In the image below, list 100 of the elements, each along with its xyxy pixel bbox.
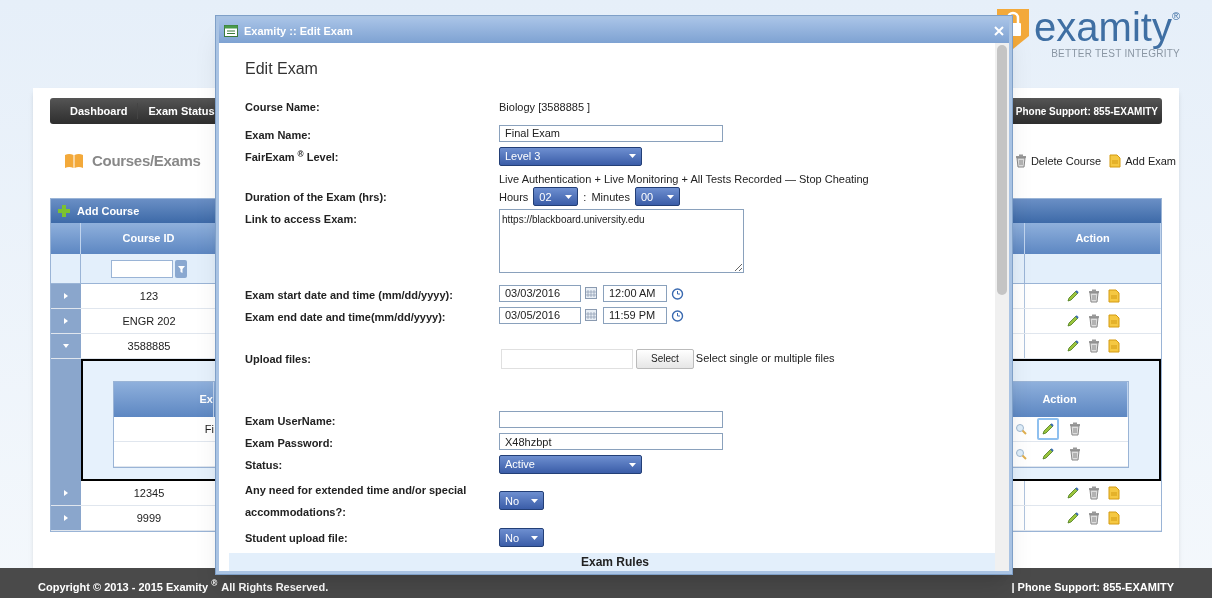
field-label: Exam start date and time (mm/dd/yyyy): [245,287,454,303]
trash-icon [1014,154,1027,168]
document-icon [1108,314,1120,328]
toolbar-link[interactable]: Delete Course [1014,152,1102,170]
scrollbar[interactable] [995,43,1009,571]
dropdown[interactable]: Level 3 [499,146,642,166]
trash-icon [1088,289,1100,303]
table-cell-text: 3588885 [126,338,172,354]
field-label: Minutes [591,189,630,205]
edit-button[interactable] [1037,418,1059,440]
column-header: Action [1025,223,1161,254]
toolbar-link[interactable]: Add Exam [1109,152,1176,170]
book-icon [64,153,84,169]
filter-icon [175,259,187,278]
table-cell-text: 123 [138,288,160,304]
close-icon [994,26,1004,36]
clock-icon [671,286,684,300]
dropdown[interactable]: No [499,528,544,548]
document-icon [1108,511,1120,525]
level-description: Live Authentication + Live Monitoring + All Tests Recorded — Stop Cheating [499,171,869,187]
date-field[interactable]: 03/03/2016 [499,284,581,302]
separator-text: : [583,189,587,205]
pencil-icon [1066,486,1080,500]
page-title: Courses/Exams [92,150,201,171]
dropdown[interactable]: 02 [533,187,579,207]
trash-icon [1088,511,1100,525]
filter-field[interactable] [111,259,173,278]
pencil-icon [1041,447,1055,461]
phone-support-text: | Phone Support: 855-EXAMITY [1011,579,1174,595]
caret-icon [629,462,636,467]
caret-icon [531,536,538,540]
search-icon [1015,423,1027,435]
trash-icon [1088,486,1100,500]
field-label: Exam end date and time(mm/dd/yyyy): [245,309,447,325]
dropdown[interactable]: No [499,491,544,511]
file-field[interactable] [501,348,633,369]
pencil-icon [1041,422,1055,436]
time-field[interactable]: 11:59 PM [603,306,667,324]
text-field[interactable]: Final Exam [499,124,723,142]
expand-arrow-icon[interactable] [62,317,70,325]
column-header: Ex [114,382,214,417]
calendar-icon [585,287,597,300]
window-icon [224,25,238,37]
trash-icon [1088,314,1100,328]
search-icon [1015,448,1027,460]
pencil-icon [1066,314,1080,328]
time-field[interactable]: 12:00 AM [603,284,667,302]
logo-tagline: BETTER TEST INTEGRITY [1051,48,1180,61]
field-label: Exam Password: [245,436,335,452]
column-header [51,223,81,254]
clock-icon [671,308,684,322]
document-icon [1108,486,1120,500]
nav-link[interactable]: Dashboard [60,102,139,120]
pencil-icon [1066,339,1080,353]
dialog-title: Examity :: Edit Exam [244,23,353,39]
add-course-link[interactable]: Add Course [77,202,140,220]
phone-support-text: Phone Support: 855-EXAMITY [1015,104,1158,119]
expand-arrow-icon[interactable] [62,514,70,522]
plus-icon [57,204,71,218]
registered-mark: ® [1171,9,1180,22]
table-cell-text: 9999 [135,510,163,526]
pencil-icon [1066,289,1080,303]
dialog-heading: Edit Exam [245,59,319,79]
field-label: Exam Name: [245,127,313,143]
trash-icon [1069,447,1081,461]
field-label: Student upload file: [245,531,349,546]
field-label: Status: [245,458,284,474]
expand-arrow-icon[interactable] [62,489,70,497]
link-field[interactable]: https://blackboard.university.edu [499,209,744,274]
document-icon [1108,339,1120,353]
select-files-button[interactable]: Select [636,348,694,369]
table-cell-text: Fi [204,421,214,437]
document-icon [1109,154,1122,168]
trash-icon [1069,422,1081,436]
dropdown[interactable]: Active [499,455,642,475]
table-cell-text: 12345 [132,485,166,501]
calendar-icon [585,309,597,322]
field-label: Link to access Exam: [245,212,358,228]
expand-arrow-icon[interactable] [62,292,70,300]
collapse-arrow-icon[interactable] [62,342,70,350]
copyright-text: Copyright © 2013 - 2015 Examity $^{®}$ [38,578,218,595]
copyright-text: All Rights Reserved. [221,579,329,595]
caret-icon [531,499,538,503]
caret-icon [629,154,636,159]
column-header: Course ID [81,223,217,254]
field-label: Exam UserName: [245,414,337,430]
field-label: Course Name: [245,100,321,116]
trash-icon [1088,339,1100,353]
table-cell-text: ENGR 202 [121,313,177,329]
document-icon [1108,289,1120,303]
date-field[interactable]: 03/05/2016 [499,306,581,324]
text-field[interactable]: X48hzbpt [499,433,723,451]
field-label: FairExam $^{®}$ Level: [245,148,340,165]
text-field[interactable] [499,411,723,429]
field-label: Duration of the Exam (hrs): [245,190,388,206]
field-label: Hours [499,189,529,205]
field-label: Upload files: [245,351,312,367]
field-value: Biology [3588885 ] [499,100,591,116]
dropdown[interactable]: 00 [634,187,680,207]
upload-hint: Select single or multiple files [695,351,835,367]
